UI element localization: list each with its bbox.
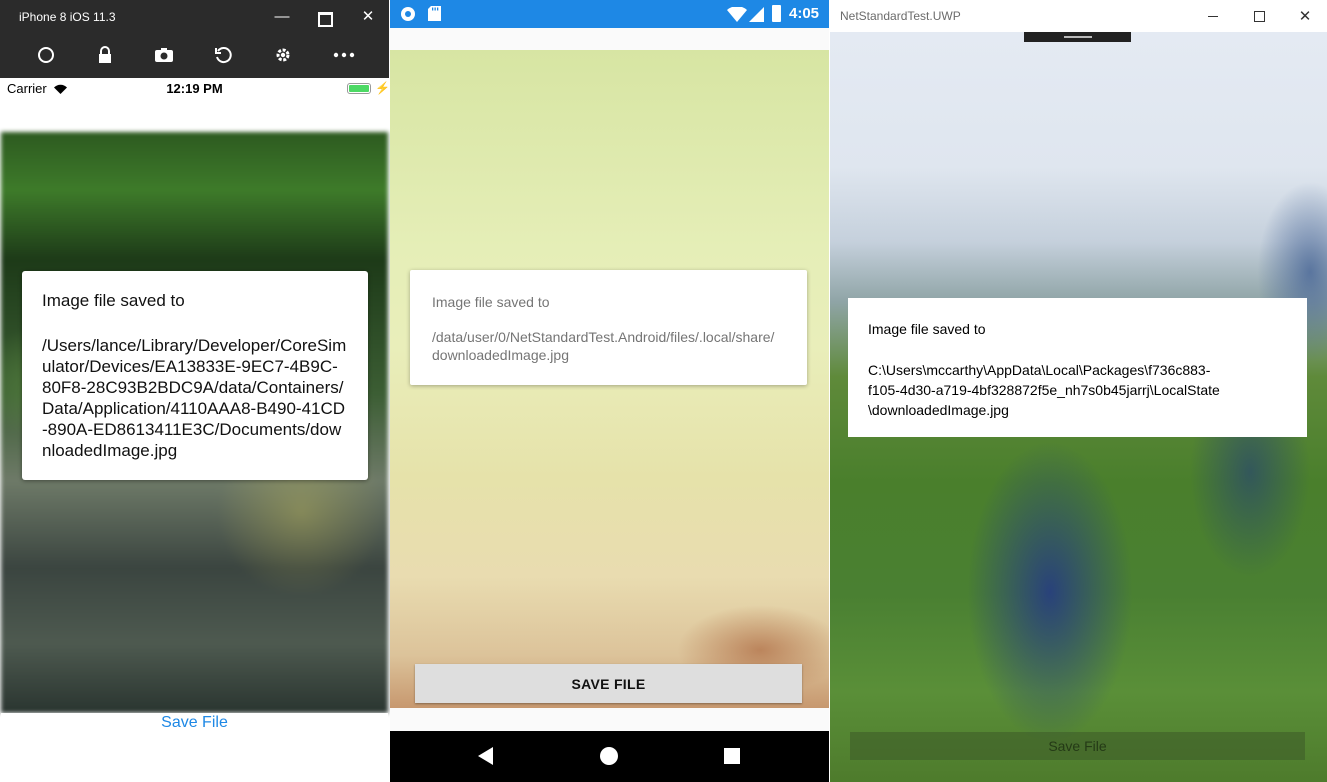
dialog-title: Image file saved to — [432, 294, 550, 310]
minimize-icon[interactable]: — — [270, 9, 294, 25]
recents-icon[interactable] — [724, 748, 740, 764]
sd-card-icon — [428, 6, 441, 26]
content-dialog: Image file saved to C:\Users\mccarthy\Ap… — [848, 298, 1307, 437]
alert-dialog: Image file saved to /Users/lance/Library… — [22, 271, 368, 480]
save-file-button[interactable]: SAVE FILE — [415, 664, 802, 703]
cell-signal-icon — [749, 7, 764, 27]
settings-gear-icon[interactable] — [270, 42, 296, 68]
battery-charging-icon — [772, 5, 781, 22]
dialog-message-line: C:\Users\mccarthy\AppData\Local\Packages… — [868, 362, 1211, 378]
dialog-title: Image file saved to — [868, 321, 986, 337]
notification-icon — [401, 7, 415, 21]
back-icon[interactable] — [478, 747, 494, 770]
lock-icon[interactable] — [92, 42, 118, 68]
close-icon[interactable]: ✕ — [356, 9, 380, 25]
dialog-message: /Users/lance/Library/Developer/CoreSimul… — [42, 336, 347, 460]
camera-icon[interactable] — [151, 42, 177, 68]
minimize-icon[interactable] — [1190, 4, 1236, 28]
more-icon[interactable] — [331, 42, 357, 68]
android-app-bar — [390, 28, 829, 50]
rotate-icon[interactable] — [210, 42, 236, 68]
dialog-message-line: f105-4d30-a719-4bf328872f5e_nh7s0b45jarr… — [868, 382, 1220, 398]
ios-status-time: 12:19 PM — [166, 81, 223, 96]
battery-icon — [347, 83, 371, 94]
charging-icon: ⚡ — [375, 81, 390, 95]
maximize-icon[interactable] — [318, 12, 333, 27]
dialog-message: C:\Users\mccarthy\AppData\Local\Packages… — [868, 360, 1278, 420]
dialog-message: /data/user/0/NetStandardTest.Android/fil… — [432, 329, 775, 363]
dialog-message-line: \downloadedImage.jpg — [868, 402, 1009, 418]
android-bottom-padding — [390, 708, 829, 731]
save-file-button[interactable]: Save File — [1, 714, 388, 732]
ios-nav-bar — [1, 98, 388, 132]
alert-dialog: Image file saved to /data/user/0/NetStan… — [410, 270, 807, 385]
android-status-time: 4:05 — [789, 5, 820, 22]
close-icon[interactable]: ✕ — [1282, 4, 1327, 28]
home-icon[interactable] — [600, 747, 618, 765]
handle-grip-icon — [1064, 36, 1092, 38]
home-icon[interactable] — [33, 42, 59, 68]
uwp-window-title: NetStandardTest.UWP — [840, 9, 961, 23]
save-file-button[interactable]: Save File — [850, 732, 1305, 760]
simulator-window-title: iPhone 8 iOS 11.3 — [19, 10, 116, 24]
dialog-title: Image file saved to — [42, 291, 185, 310]
maximize-icon[interactable] — [1236, 4, 1282, 28]
wifi-icon — [727, 6, 747, 27]
